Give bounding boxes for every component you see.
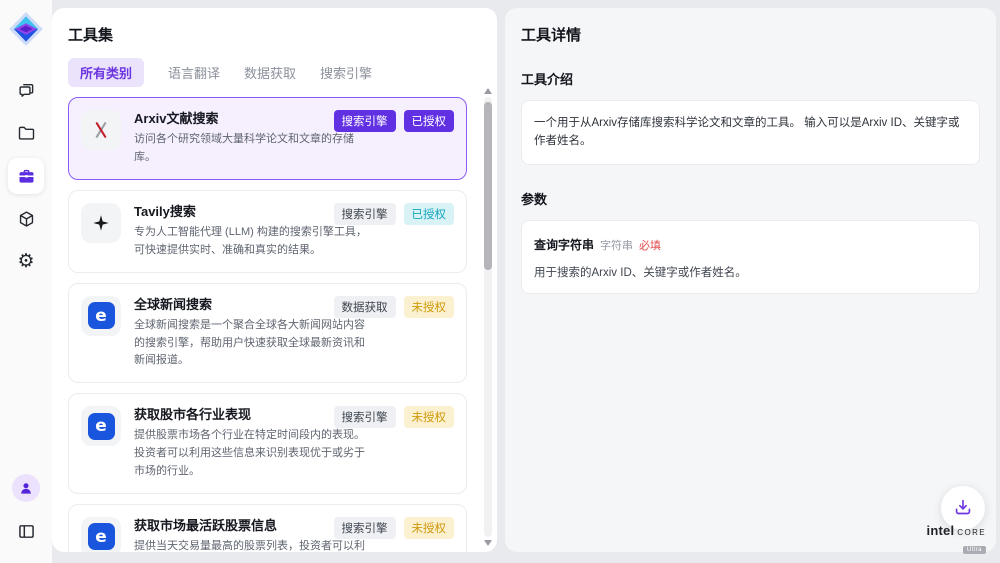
brand-intel-text: intel	[927, 523, 955, 538]
toolset-title: 工具集	[68, 24, 483, 45]
scroll-down-icon[interactable]	[484, 540, 492, 546]
parameter-required-flag: 必填	[639, 240, 661, 252]
folder-icon	[16, 123, 37, 144]
tool-card[interactable]: Tavily搜索专为人工智能代理 (LLM) 构建的搜索引擎工具，可快速提供实时…	[68, 190, 467, 273]
blue-search-e: e	[81, 296, 121, 336]
left-sidebar: ⚙	[0, 0, 52, 563]
user-avatar[interactable]	[12, 474, 40, 502]
auth-status-badge: 已授权	[404, 110, 455, 132]
tab-数据获取[interactable]: 数据获取	[244, 58, 296, 87]
blue-search-e: e	[81, 406, 121, 446]
tool-description: 访问各个研究领域大量科学论文和文章的存储库。	[134, 131, 372, 167]
sidebar-item-chat[interactable]	[8, 72, 44, 108]
tool-detail-panel: 工具详情 工具介绍 一个用于从Arxiv存储库搜索科学论文和文章的工具。 输入可…	[505, 8, 996, 552]
auth-status-badge: 未授权	[404, 296, 455, 318]
detail-title: 工具详情	[521, 24, 980, 45]
tool-card[interactable]: e获取股市各行业表现提供股票市场各个行业在特定时间段内的表现。投资者可以利用这些…	[68, 393, 467, 494]
params-heading: 参数	[521, 189, 980, 208]
brand-core-text: core	[957, 524, 986, 538]
category-badge: 搜索引擎	[334, 110, 396, 132]
sidebar-item-settings[interactable]: ⚙	[8, 244, 44, 280]
tool-card[interactable]: Arxiv文献搜索访问各个研究领域大量科学论文和文章的存储库。搜索引擎已授权	[68, 97, 467, 180]
parameter-description: 用于搜索的Arxiv ID、关键字或作者姓名。	[534, 264, 967, 280]
tool-description: 全球新闻搜索是一个聚合全球各大新闻网站内容的搜索引擎，帮助用户快速获取全球最新资…	[134, 317, 372, 370]
parameter-type: 字符串	[600, 240, 633, 252]
parameter-name: 查询字符串	[534, 238, 594, 252]
category-badge: 搜索引擎	[334, 203, 396, 225]
blue-search-e: e	[81, 517, 121, 552]
tool-card-list: Arxiv文献搜索访问各个研究领域大量科学论文和文章的存储库。搜索引擎已授权 Ta…	[68, 97, 483, 552]
sidebar-item-toolbox[interactable]	[8, 158, 44, 194]
tool-card[interactable]: e获取市场最活跃股票信息提供当天交易量最高的股票列表，投资者可以利用这些信息来识…	[68, 504, 467, 552]
arxiv-logo	[81, 110, 121, 150]
scroll-up-icon[interactable]	[484, 88, 492, 94]
intro-box: 一个用于从Arxiv存储库搜索科学论文和文章的工具。 输入可以是Arxiv ID…	[521, 100, 980, 165]
category-badge: 搜索引擎	[334, 517, 396, 539]
gear-icon: ⚙	[17, 252, 34, 272]
sidebar-item-cube[interactable]	[8, 201, 44, 237]
category-badge: 搜索引擎	[334, 406, 396, 428]
panel-collapse-icon[interactable]	[8, 513, 44, 549]
tab-所有类别[interactable]: 所有类别	[68, 58, 144, 87]
intel-core-logo: intelcore Ultra	[927, 523, 986, 556]
tab-语言翻译[interactable]: 语言翻译	[168, 58, 220, 87]
toolset-panel: 工具集 所有类别语言翻译数据获取搜索引擎 Arxiv文献搜索访问各个研究领域大量…	[52, 8, 497, 552]
download-icon	[952, 497, 974, 519]
list-scrollbar[interactable]	[483, 88, 493, 546]
category-tabs: 所有类别语言翻译数据获取搜索引擎	[68, 58, 483, 87]
tool-description: 专为人工智能代理 (LLM) 构建的搜索引擎工具，可快速提供实时、准确和真实的结…	[134, 224, 372, 260]
auth-status-badge: 未授权	[404, 406, 455, 428]
app-logo-gem-icon	[7, 10, 45, 48]
brand-badge: Ultra	[963, 546, 986, 554]
auth-status-badge: 未授权	[404, 517, 455, 539]
auth-status-badge: 已授权	[404, 203, 455, 225]
parameter-item: 查询字符串字符串必填	[534, 234, 967, 256]
tool-intro-text: 一个用于从Arxiv存储库搜索科学论文和文章的工具。 输入可以是Arxiv ID…	[534, 114, 967, 151]
toolbox-icon	[16, 166, 37, 187]
tool-card[interactable]: e全球新闻搜索全球新闻搜索是一个聚合全球各大新闻网站内容的搜索引擎，帮助用户快速…	[68, 283, 467, 384]
parameters-box: 查询字符串字符串必填用于搜索的Arxiv ID、关键字或作者姓名。	[521, 220, 980, 294]
tool-description: 提供股票市场各个行业在特定时间段内的表现。投资者可以利用这些信息来识别表现优于或…	[134, 427, 372, 480]
tool-description: 提供当天交易量最高的股票列表，投资者可以利用这些信息来识别流动性强的股票和潜在的…	[134, 538, 372, 552]
chat-icon	[16, 80, 37, 101]
intro-heading: 工具介绍	[521, 69, 980, 88]
category-badge: 数据获取	[334, 296, 396, 318]
cube-icon	[16, 209, 37, 230]
tavily-star	[81, 203, 121, 243]
sidebar-item-folder[interactable]	[8, 115, 44, 151]
tab-搜索引擎[interactable]: 搜索引擎	[320, 58, 372, 87]
scrollbar-thumb[interactable]	[484, 102, 492, 270]
